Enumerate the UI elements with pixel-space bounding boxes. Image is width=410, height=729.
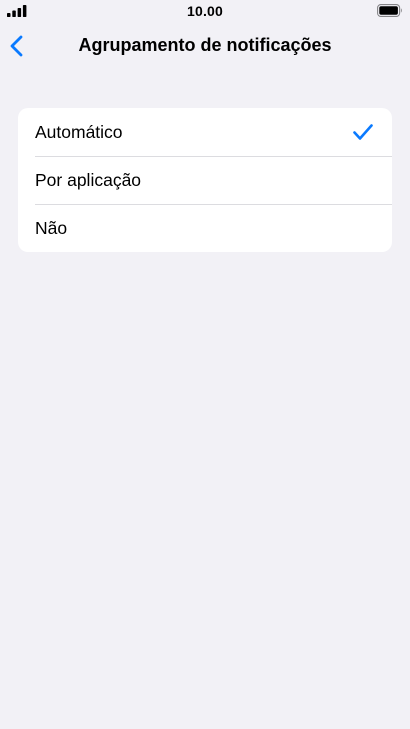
- option-label: Por aplicação: [35, 170, 142, 190]
- option-label: Não: [35, 218, 68, 238]
- page-title: Agrupamento de notificações: [78, 35, 332, 55]
- option-by-app[interactable]: Por aplicação: [18, 156, 392, 204]
- checkmark-icon: [352, 123, 374, 141]
- grouping-options-list: Automático Por aplicação Não: [18, 108, 392, 252]
- option-label: Automático: [35, 122, 123, 142]
- chevron-left-icon: [10, 35, 23, 57]
- status-bar: 10.00: [0, 0, 410, 22]
- battery-full-icon: [377, 4, 402, 17]
- option-automatic[interactable]: Automático: [18, 108, 392, 156]
- status-time: 10.00: [186, 3, 224, 19]
- back-button[interactable]: [6, 32, 30, 60]
- navigation-bar: Agrupamento de notificações: [0, 26, 410, 66]
- option-off[interactable]: Não: [18, 204, 392, 252]
